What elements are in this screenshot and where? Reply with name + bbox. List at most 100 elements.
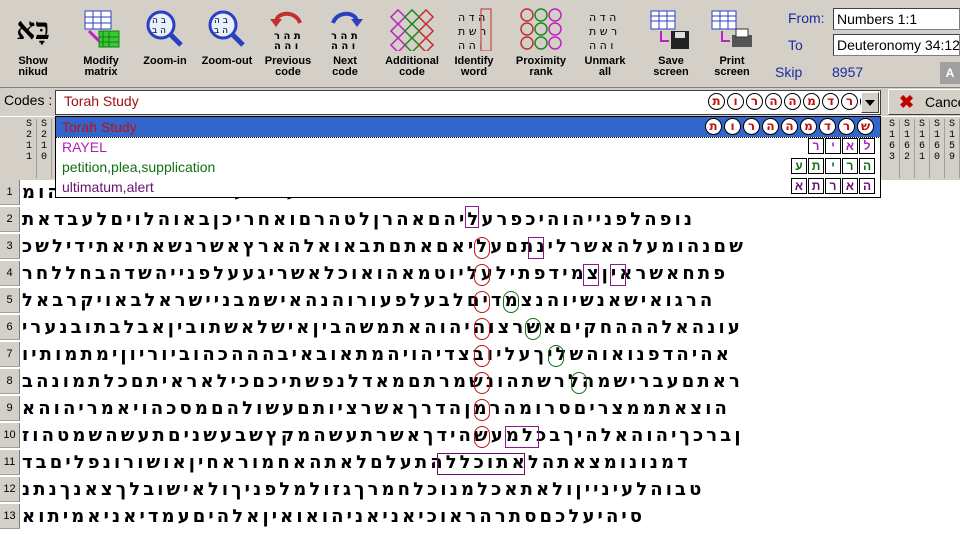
svg-text:ר ש ת: ר ש ת [458,25,486,38]
row-number: 5 [0,288,20,313]
grid-row: פתחאשראיןצמידפתילעליוטמאהואוכלאשריגעעלפנ… [22,263,729,284]
matrix-icon [78,6,124,52]
proximity-rank-button[interactable]: Proximity rank [510,2,572,86]
cancel-button[interactable]: ✖ Cance [888,89,960,115]
column-number: S 1 5 9 [945,119,960,178]
modify-matrix-button[interactable]: Modify matrix [72,2,130,86]
code-letter: ת [705,118,722,135]
svg-text:ו ה ה: ו ה ה [458,39,482,51]
next-arrow-icon: ת ה רו ה ה [322,6,368,52]
to-label: To [788,37,803,53]
modify-matrix-label: Modify matrix [83,55,119,78]
row-number: 7 [0,342,20,367]
to-field[interactable]: Deuteronomy 34:12 [833,34,960,56]
row-number: 2 [0,207,20,232]
code-letter: א [842,138,858,154]
save-screen-label: Save screen [653,55,689,78]
dropdown-item[interactable]: ultimatum,alert א ת ר א ה [56,177,880,197]
column-number: S 2 1 1 [22,119,37,178]
grid-row: עונהאלהההחקיםאשרצוהיהוהאתמשהביןאישלאשתוב… [22,317,743,338]
dropdown-item-letters: ריאל [808,138,875,154]
column-number: S 1 6 0 [930,119,945,178]
code-dropdown-list[interactable]: Torah Study ת ו ר ה ה מ ד ר ש RAYEL ר י א ל petition,pl… [55,116,881,198]
code-letter: ת [808,158,824,174]
grid-row: נופהלפנייהוהיכפרעליהםאהרןלטהרםואחריכןבאו… [22,209,696,230]
svg-text:ה ב: ה ב [214,26,228,36]
row-number: 6 [0,315,20,340]
row-number: 9 [0,396,20,421]
code-letter: א [791,178,807,194]
next-code-button[interactable]: ת ה רו ה ה Next code [320,2,370,86]
dropdown-item-label: petition,plea,supplication [62,159,216,175]
previous-arrow-icon: ת ה רו ה ה [265,6,311,52]
printer-icon [709,6,755,52]
dropdown-item-letters: עתירה [791,158,875,174]
unmark-all-label: Unmark all [584,55,626,78]
code-letter: ר [808,138,824,154]
from-label: From: [788,10,825,26]
code-letter: ה [765,93,782,110]
unmark-all-button[interactable]: ה ד הר ש תו ה ה Unmark all [576,2,634,86]
column-number: S 2 1 0 [37,119,52,178]
zoom-out-button[interactable]: ב הה ב Zoom-out [198,2,256,86]
grid-row: דמנונומצאתהלאתוכללהתעלםלאתהאחמוראחיןאושו… [22,452,691,473]
zoom-in-label: Zoom-in [143,55,187,67]
corner-badge: A [940,62,960,84]
row-number: 1 [0,180,20,205]
code-letter: ר [838,118,855,135]
selected-code-letters: תורההמדרש [708,93,877,110]
grid-row: אהיהדפנואוהשליךעליובצדיהויהמתאובאיבהההכה… [22,344,732,365]
code-letter: ל [859,138,875,154]
grid-row: סיהיעלכםסתרהראוכיאניאניהואואיןאלהיםעמדיא… [22,506,646,527]
grid-row: הוצאתממצריםסרומהרמןהדרךאשרציותםעשולהםמסכ… [22,398,730,419]
code-letter: ר [746,93,763,110]
code-letter: ר [842,158,858,174]
dropdown-item[interactable]: RAYEL ר י א ל [56,137,880,157]
previous-code-label: Previous code [264,55,312,78]
dropdown-arrow-button[interactable] [861,92,879,113]
column-number: S 1 6 1 [915,119,930,178]
dropdown-item[interactable]: Torah Study ת ו ר ה ה מ ד ר ש [55,116,881,138]
zoom-in-button[interactable]: ב הה ב Zoom-in [136,2,194,86]
column-number: S 1 6 2 [900,119,915,178]
row-number: 11 [0,450,20,475]
row-number: 8 [0,369,20,394]
show-nikud-button[interactable]: בָּא Show nikud [4,2,62,86]
dropdown-item-label: RAYEL [62,139,107,155]
additional-code-icon [389,6,435,52]
code-letter: ו [727,93,744,110]
cancel-label: Cance [925,94,960,110]
code-letter: י [825,158,841,174]
row-number: 12 [0,477,20,502]
grid-row: שםנהומעלהאשרלינתםעליאםאתםתבאואלהארץאשרנש… [22,236,746,257]
code-letter: ה [762,118,779,135]
dropdown-item-letters: תורההמדרש [705,118,874,135]
code-letter: ר [743,118,760,135]
nikud-icon: בָּא [16,11,50,47]
proximity-icon [518,6,564,52]
zoom-out-icon: ב הה ב [204,6,250,52]
row-number: 3 [0,234,20,259]
svg-text:ה ד ה: ה ד ה [589,11,616,24]
print-screen-label: Print screen [714,55,750,78]
next-code-label: Next code [332,55,358,78]
code-letter: ת [708,93,725,110]
dropdown-item[interactable]: petition,plea,supplication ע ת י ר ה [56,157,880,177]
dropdown-item-label: Torah Study [62,119,137,135]
code-letter: ו [724,118,741,135]
code-letter: מ [800,118,817,135]
identify-word-button[interactable]: ה ד הר ש תו ה ה Identify word [448,2,500,86]
additional-code-button[interactable]: Additional code [382,2,442,86]
row-number: 13 [0,504,20,529]
svg-text:ה ב: ה ב [152,26,166,36]
save-screen-button[interactable]: Save screen [642,2,700,86]
code-letter: ש [857,118,874,135]
unmark-icon: ה ד הר ש תו ה ה [582,6,628,52]
from-field[interactable]: Numbers 1:1 [833,8,960,30]
print-screen-button[interactable]: Print screen [706,2,758,86]
grid-row: ראתםעברישמהלרשתהונשמרתםמאדלנפשתיכםכילארא… [22,371,743,392]
code-letter: ד [822,93,839,110]
previous-code-button[interactable]: ת ה רו ה ה Previous code [262,2,314,86]
dropdown-item-letters: אתראה [791,178,875,194]
code-letter: מ [803,93,820,110]
